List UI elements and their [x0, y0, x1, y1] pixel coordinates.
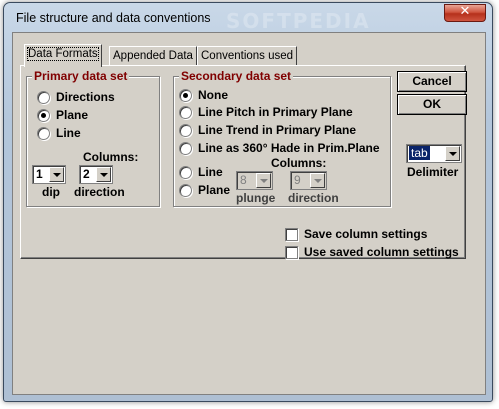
chevron-down-icon[interactable] [49, 167, 64, 182]
tab-data-formats[interactable]: Data Formats [24, 44, 102, 67]
radio-button[interactable] [179, 88, 192, 102]
delimiter-label: Delimiter [407, 165, 459, 179]
cancel-button[interactable]: Cancel [397, 71, 467, 92]
tab-label: Conventions used [201, 50, 294, 62]
primary-option-directions[interactable]: Directions [37, 90, 115, 104]
title-bar[interactable]: File structure and data conventions SOFT… [4, 3, 492, 33]
checkbox[interactable] [285, 227, 298, 241]
secondary-col2-select[interactable]: 9 [290, 171, 327, 190]
secondary-col1-select[interactable]: 8 [236, 171, 273, 190]
tab-appended-data[interactable]: Appended Data [109, 46, 197, 67]
secondary-col2-label: direction [288, 191, 339, 205]
secondary-option-none[interactable]: None [179, 88, 228, 102]
primary-option-line[interactable]: Line [37, 126, 81, 140]
primary-columns-label: Columns: [83, 150, 139, 164]
radio-button[interactable] [37, 108, 50, 122]
select-value: 9 [294, 173, 301, 187]
radio-label: Line Pitch in Primary Plane [198, 105, 353, 119]
radio-button[interactable] [179, 123, 192, 137]
secondary-option-line-hade[interactable]: Line as 360° Hade in Prim.Plane [179, 141, 380, 155]
window-title: File structure and data conventions [16, 11, 211, 25]
checkbox-label: Use saved column settings [304, 245, 459, 259]
secondary-group-legend: Secondary data set [179, 69, 294, 83]
use-saved-column-settings-checkbox[interactable]: Use saved column settings [285, 245, 459, 259]
radio-label: Line [198, 165, 223, 179]
radio-label: Plane [56, 108, 89, 122]
secondary-option-line-pitch[interactable]: Line Pitch in Primary Plane [179, 105, 353, 119]
secondary-col1-label: plunge [236, 191, 276, 205]
checkbox-label: Save column settings [304, 227, 428, 241]
secondary-option-plane[interactable]: Plane [179, 183, 230, 197]
radio-button[interactable] [179, 105, 192, 119]
radio-button[interactable] [179, 183, 192, 197]
primary-data-set-group: Primary data set Directions Plane Line C… [26, 69, 160, 207]
chevron-down-icon[interactable] [256, 173, 271, 188]
tab-label: Data Formats [27, 47, 99, 61]
radio-label: Line as 360° Hade in Prim.Plane [198, 141, 380, 155]
primary-group-legend: Primary data set [32, 69, 130, 83]
radio-label: Plane [198, 183, 231, 197]
select-value: 1 [36, 167, 43, 181]
select-value: 8 [240, 173, 247, 187]
radio-button[interactable] [37, 90, 50, 104]
dialog-window: File structure and data conventions SOFT… [3, 2, 493, 402]
checkbox[interactable] [285, 245, 298, 259]
secondary-option-line-trend[interactable]: Line Trend in Primary Plane [179, 123, 356, 137]
dialog-client-area: Data Formats Appended Data Conventions u… [12, 32, 486, 395]
radio-label: Line [56, 126, 81, 140]
watermark: SOFTPEDIA [226, 9, 371, 33]
tab-conventions-used[interactable]: Conventions used [197, 46, 298, 67]
close-button[interactable]: ✕ [444, 4, 486, 22]
radio-label: Line Trend in Primary Plane [198, 123, 357, 137]
ok-button[interactable]: OK [397, 94, 467, 115]
select-value: 2 [83, 167, 90, 181]
save-column-settings-checkbox[interactable]: Save column settings [285, 227, 427, 241]
primary-option-plane[interactable]: Plane [37, 108, 88, 122]
secondary-columns-label: Columns: [271, 156, 327, 170]
chevron-down-icon[interactable] [445, 146, 460, 161]
radio-label: None [198, 88, 228, 102]
secondary-option-line[interactable]: Line [179, 165, 223, 179]
delimiter-select[interactable]: tab [406, 144, 462, 163]
chevron-down-icon[interactable] [310, 173, 325, 188]
primary-col1-label: dip [42, 185, 60, 199]
radio-button[interactable] [179, 165, 192, 179]
chevron-down-icon[interactable] [96, 167, 111, 182]
select-value: tab [409, 146, 430, 160]
tab-label: Appended Data [113, 50, 193, 62]
primary-col2-label: direction [74, 185, 125, 199]
radio-label: Directions [56, 90, 115, 104]
secondary-data-set-group: Secondary data set None Line Pitch in Pr… [173, 69, 391, 207]
primary-col2-select[interactable]: 2 [79, 165, 113, 184]
radio-button[interactable] [37, 126, 50, 140]
primary-col1-select[interactable]: 1 [32, 165, 66, 184]
close-icon: ✕ [459, 4, 471, 19]
radio-button[interactable] [179, 141, 192, 155]
